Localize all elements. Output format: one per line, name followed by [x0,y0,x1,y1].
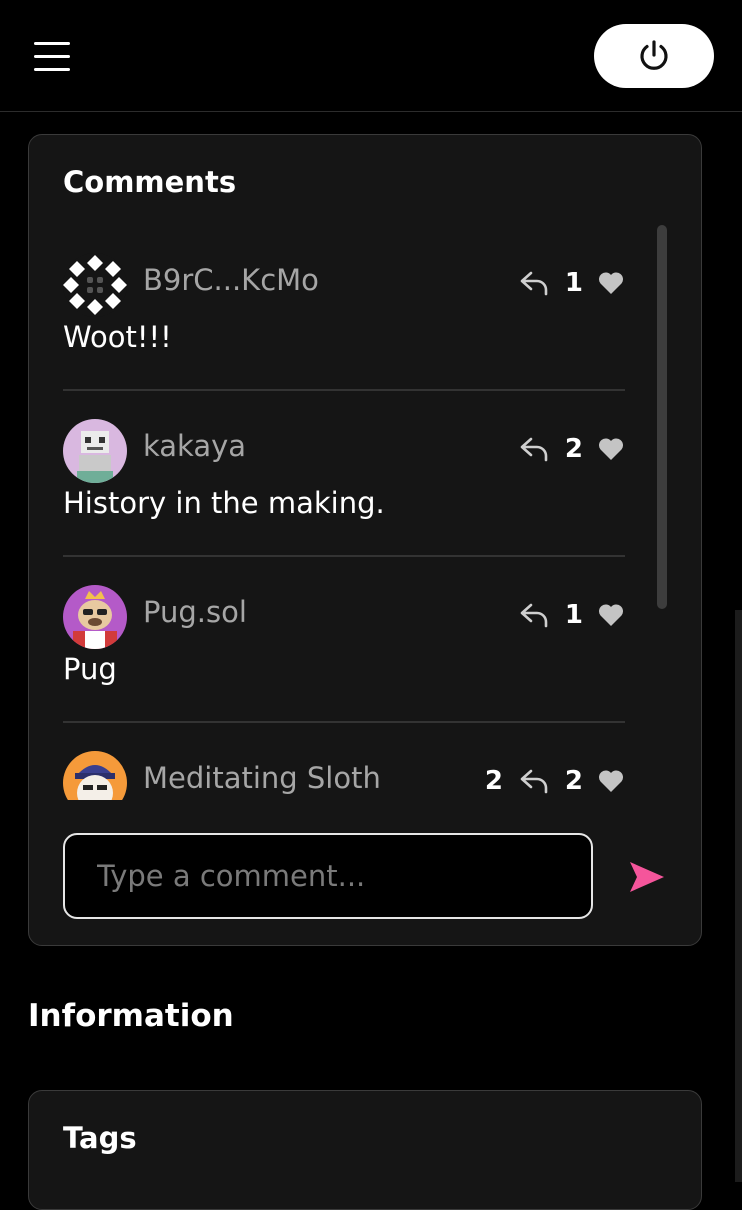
power-icon [640,40,668,70]
reply-icon[interactable] [519,270,549,296]
comment-item: Meditating Sloth 2 2 [63,723,625,800]
heart-icon[interactable] [597,270,625,296]
comment-actions: 2 2 [485,761,625,800]
reply-icon[interactable] [519,436,549,462]
reply-icon[interactable] [519,602,549,628]
like-count: 2 [564,766,583,796]
avatar[interactable] [63,751,127,800]
comment-text: Pug [63,652,117,686]
information-title: Information [28,998,234,1034]
heart-icon[interactable] [597,768,625,794]
reply-count: 2 [484,766,503,796]
heart-icon[interactable] [597,602,625,628]
comment-actions: 1 [519,263,625,303]
comment-item: kakaya 2 History in the making. [63,391,625,557]
menu-icon[interactable] [34,42,70,72]
tags-card: Tags [28,1090,702,1210]
avatar[interactable] [63,585,127,649]
reply-icon[interactable] [519,768,549,794]
comment-actions: 2 [519,429,625,469]
avatar[interactable] [63,253,127,317]
tags-title: Tags [63,1121,137,1155]
comment-username[interactable]: kakaya [143,429,246,463]
like-count: 1 [564,268,583,298]
comment-username[interactable]: B9rC...KcMo [143,263,319,297]
comment-text: History in the making. [63,486,385,520]
power-button[interactable] [594,24,714,88]
comment-actions: 1 [519,595,625,635]
comment-text: Woot!!! [63,320,172,354]
page-scrollbar[interactable] [735,610,742,1182]
heart-icon[interactable] [597,436,625,462]
comment-username[interactable]: Pug.sol [143,595,247,629]
comment-item: Pug.sol 1 Pug [63,557,625,723]
like-count: 2 [564,434,583,464]
comment-item: B9rC...KcMo 1 Woot!!! [63,225,625,391]
comments-title: Comments [63,165,237,199]
send-icon[interactable] [627,859,667,895]
comment-username[interactable]: Meditating Sloth [143,761,381,795]
like-count: 1 [564,600,583,630]
top-bar [0,0,742,112]
comments-scrollbar[interactable] [657,225,667,609]
comments-card: Comments B9rC...KcMo 1 Woot!!! kakaya 2 … [28,134,702,946]
comment-list: B9rC...KcMo 1 Woot!!! kakaya 2 History i… [63,225,625,800]
avatar[interactable] [63,419,127,483]
comment-input[interactable] [63,833,593,919]
